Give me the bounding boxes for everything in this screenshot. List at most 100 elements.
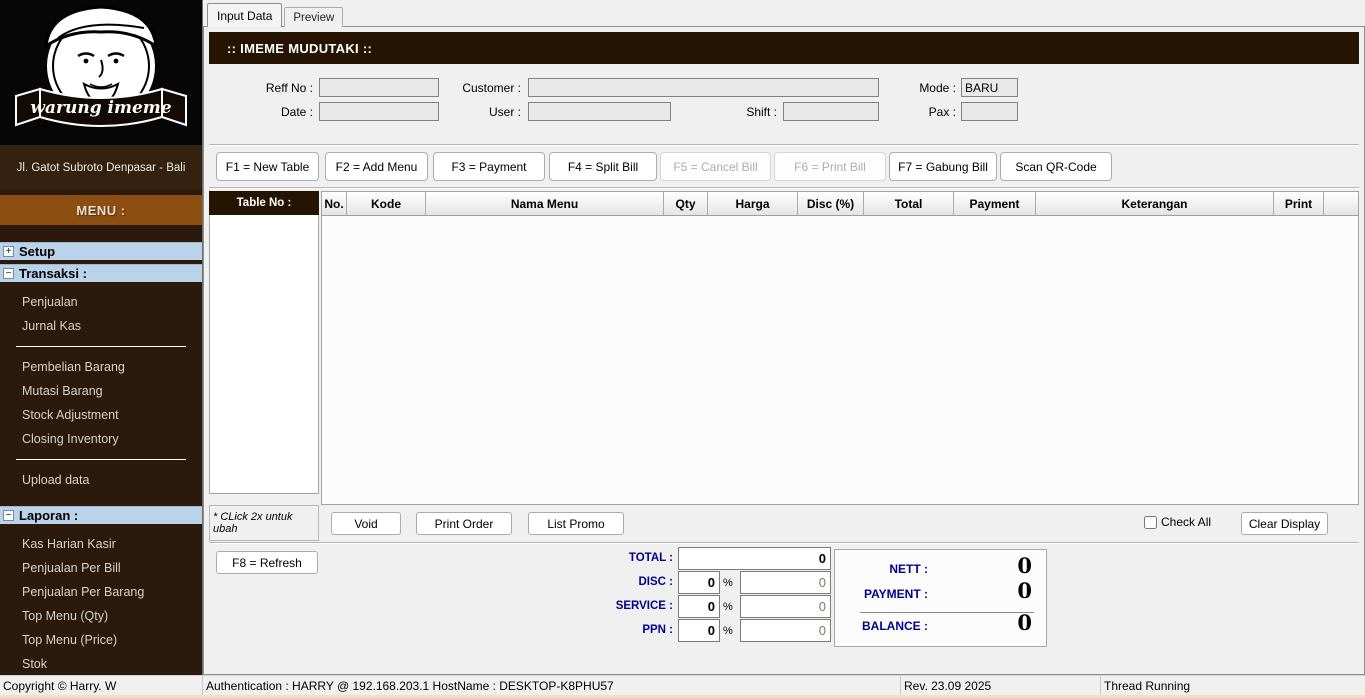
sidebar-item-top-menu-qty[interactable]: Top Menu (Qty)	[0, 604, 202, 628]
sidebar-section-transaksi[interactable]: − Transaksi :	[0, 264, 202, 282]
service-value-field[interactable]	[740, 595, 831, 618]
menu-divider	[16, 459, 186, 460]
f1-new-table-button[interactable]: F1 = New Table	[216, 152, 319, 181]
sidebar-item-kas-harian-kasir[interactable]: Kas Harian Kasir	[0, 532, 202, 556]
payment-label: PAYMENT :	[863, 587, 928, 601]
balance-label: BALANCE :	[862, 619, 928, 633]
user-field[interactable]	[528, 102, 671, 121]
f3-payment-button[interactable]: F3 = Payment	[433, 152, 545, 181]
f6-print-bill-button[interactable]: F6 = Print Bill	[774, 152, 886, 181]
order-grid-header: No. Kode Nama Menu Qty Harga Disc (%) To…	[322, 192, 1358, 216]
logo-illustration: warung imeme	[0, 0, 202, 145]
page-title: :: IMEME MUDUTAKI ::	[209, 32, 1359, 64]
sidebar-section-laporan[interactable]: − Laporan :	[0, 506, 202, 524]
column-header-qty[interactable]: Qty	[664, 192, 708, 215]
check-all-checkbox[interactable]	[1144, 515, 1157, 529]
void-button[interactable]: Void	[331, 512, 401, 535]
column-header-print[interactable]: Print	[1274, 192, 1324, 215]
shift-label: Shift :	[746, 105, 777, 119]
copyright-text: Copyright © Harry. W	[0, 676, 203, 695]
reff-no-label: Reff No :	[265, 81, 313, 95]
table-no-panel: Table No :	[209, 191, 319, 505]
sidebar-item-mutasi-barang[interactable]: Mutasi Barang	[0, 379, 202, 403]
sidebar: warung imeme Jl. Gatot Subroto Denpasar …	[0, 0, 203, 675]
customer-field[interactable]	[528, 78, 879, 97]
total-field[interactable]	[678, 547, 831, 570]
double-click-hint: * CLick 2x untuk ubah	[209, 505, 319, 541]
thread-status-text: Thread Running	[1104, 678, 1191, 693]
function-toolbar: F1 = New Table F2 = Add Menu F3 = Paymen…	[209, 144, 1359, 187]
tab-input-data[interactable]: Input Data	[207, 3, 283, 27]
section-label-setup: Setup	[19, 244, 56, 259]
column-header-nama-menu[interactable]: Nama Menu	[426, 192, 664, 215]
address-text: Jl. Gatot Subroto Denpasar - Bali	[0, 145, 202, 190]
print-order-button[interactable]: Print Order	[416, 512, 512, 535]
sidebar-item-jurnal-kas[interactable]: Jurnal Kas	[0, 314, 202, 338]
sidebar-item-closing-inventory[interactable]: Closing Inventory	[0, 427, 202, 451]
f4-split-bill-button[interactable]: F4 = Split Bill	[549, 152, 657, 181]
disc-label: DISC :	[638, 576, 674, 588]
table-no-list[interactable]	[209, 215, 319, 494]
grid-section: Table No : No. Kode Nama Menu Qty Harga …	[209, 187, 1359, 505]
sidebar-menu-tree: + Setup − Transaksi : Penjualan Jurnal K…	[0, 242, 202, 675]
collapse-icon[interactable]: −	[3, 510, 14, 521]
sidebar-item-penjualan[interactable]: Penjualan	[0, 290, 202, 314]
clear-display-button[interactable]: Clear Display	[1241, 512, 1328, 535]
ppn-percent-sign: %	[723, 625, 733, 637]
ppn-percent-field[interactable]	[678, 619, 720, 642]
column-header-disc[interactable]: Disc (%)	[798, 192, 864, 215]
f2-add-menu-button[interactable]: F2 = Add Menu	[325, 152, 428, 181]
f8-refresh-button[interactable]: F8 = Refresh	[216, 551, 318, 574]
service-percent-sign: %	[723, 601, 733, 613]
table-no-header: Table No :	[209, 191, 319, 215]
column-header-stub	[1324, 192, 1358, 215]
f7-gabung-bill-button[interactable]: F7 = Gabung Bill	[889, 152, 997, 181]
column-header-payment[interactable]: Payment	[954, 192, 1036, 215]
transaksi-items: Penjualan Jurnal Kas Pembelian Barang Mu…	[0, 282, 202, 496]
sidebar-item-stock-adjustment[interactable]: Stock Adjustment	[0, 403, 202, 427]
grid-actions-row: * CLick 2x untuk ubah Void Print Order L…	[209, 505, 1359, 542]
input-data-panel: :: IMEME MUDUTAKI :: Reff No : Customer …	[203, 27, 1365, 675]
section-label-transaksi: Transaksi :	[19, 266, 87, 281]
bill-header-form: Reff No : Customer : Mode : Date : User …	[209, 64, 1359, 144]
order-grid: No. Kode Nama Menu Qty Harga Disc (%) To…	[321, 191, 1359, 505]
column-header-no[interactable]: No.	[322, 192, 347, 215]
order-grid-body[interactable]	[322, 216, 1358, 504]
sidebar-item-pembelian-barang[interactable]: Pembelian Barang	[0, 355, 202, 379]
payment-value: 0	[1017, 578, 1032, 603]
column-header-harga[interactable]: Harga	[708, 192, 798, 215]
expand-icon[interactable]: +	[3, 246, 14, 257]
disc-percent-field[interactable]	[678, 571, 720, 594]
collapse-icon[interactable]: −	[3, 268, 14, 279]
disc-value-field[interactable]	[740, 571, 831, 594]
column-header-total[interactable]: Total	[864, 192, 954, 215]
ppn-label: PPN :	[642, 624, 673, 636]
warung-imeme-logo: warung imeme	[0, 0, 202, 145]
sidebar-item-penjualan-per-barang[interactable]: Penjualan Per Barang	[0, 580, 202, 604]
menu-divider	[16, 346, 186, 347]
mode-label: Mode :	[919, 81, 956, 95]
sidebar-item-stok[interactable]: Stok	[0, 652, 202, 675]
sidebar-item-top-menu-price[interactable]: Top Menu (Price)	[0, 628, 202, 652]
f5-cancel-bill-button[interactable]: F5 = Cancel Bill	[660, 152, 771, 181]
nett-summary-box: NETT : 0 PAYMENT : 0 BALANCE : 0	[834, 549, 1047, 647]
total-label: TOTAL :	[628, 552, 673, 564]
pax-field[interactable]	[961, 102, 1018, 121]
sidebar-section-setup[interactable]: + Setup	[0, 242, 202, 260]
service-percent-field[interactable]	[678, 595, 720, 618]
scan-qr-code-button[interactable]: Scan QR-Code	[1000, 152, 1112, 181]
sidebar-item-upload-data[interactable]: Upload data	[0, 468, 202, 492]
logo-text: warung imeme	[30, 98, 171, 118]
tab-preview[interactable]: Preview	[284, 7, 344, 27]
section-label-laporan: Laporan :	[19, 508, 79, 523]
date-label: Date :	[280, 105, 313, 119]
list-promo-button[interactable]: List Promo	[528, 512, 624, 535]
sidebar-item-penjualan-per-bill[interactable]: Penjualan Per Bill	[0, 556, 202, 580]
ppn-value-field[interactable]	[740, 619, 831, 642]
mode-field[interactable]	[961, 78, 1018, 97]
check-all-control[interactable]: Check All	[1144, 515, 1211, 529]
balance-value: 0	[1017, 610, 1032, 635]
column-header-kode[interactable]: Kode	[347, 192, 426, 215]
column-header-keterangan[interactable]: Keterangan	[1036, 192, 1274, 215]
app-window: warung imeme Jl. Gatot Subroto Denpasar …	[0, 0, 1365, 675]
